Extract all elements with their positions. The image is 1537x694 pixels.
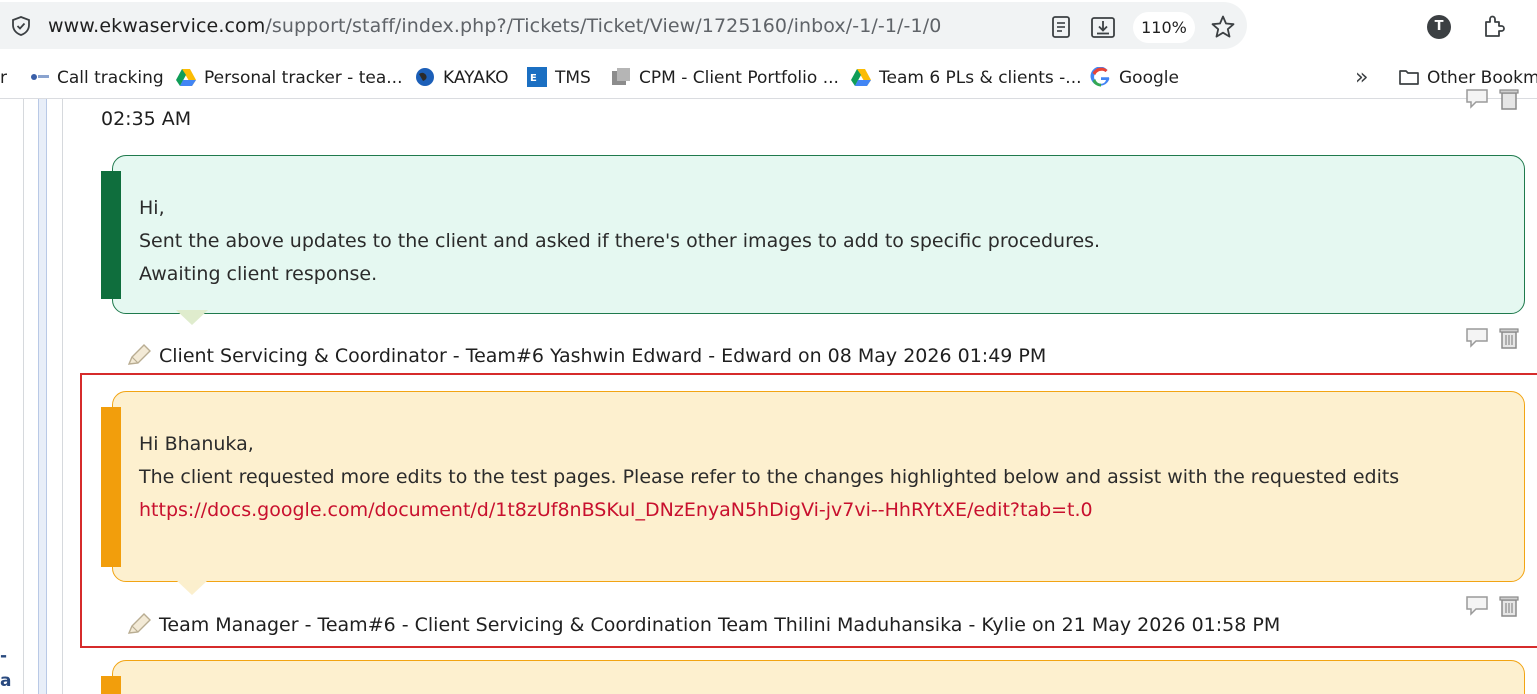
bookmark-item-kayako[interactable]: KAYAKO: [414, 66, 508, 90]
comment-icon[interactable]: [1464, 325, 1490, 351]
post-line: Sent the above updates to the client and…: [139, 230, 1101, 252]
kayako-globe-icon: [416, 68, 434, 86]
bookmarks-bar: r Call tracking Personal tracker - tea..…: [0, 60, 1537, 96]
tms-logo-icon: E: [527, 67, 547, 87]
previous-post-actions: [1464, 86, 1524, 112]
google-g-icon: [1090, 67, 1110, 87]
site-info-shield-icon[interactable]: [10, 15, 32, 37]
call-tracking-favicon-icon: [31, 74, 49, 80]
bookmark-label: Call tracking: [57, 68, 164, 88]
bookmark-label: KAYAKO: [443, 68, 509, 88]
left-sidebar-rail: - a: [0, 99, 24, 694]
sidebar-text-line: -: [0, 646, 8, 666]
folder-icon: [1399, 70, 1419, 85]
bookmark-label: Personal tracker - tea...: [204, 68, 403, 88]
post-author-text: Team Manager - Team#6 - Client Servicing…: [159, 614, 1281, 636]
sidebar-truncated-text[interactable]: - a: [0, 644, 11, 694]
trash-icon[interactable]: [1496, 593, 1522, 619]
svg-text:E: E: [530, 73, 537, 84]
ticket-post-note-partial: [112, 660, 1525, 694]
comment-icon[interactable]: [1464, 86, 1490, 112]
extensions-puzzle-icon[interactable]: [1482, 13, 1506, 39]
toolbar-divider: [0, 98, 1537, 99]
post-accent-bar: [101, 407, 121, 567]
post-accent-bar: [101, 171, 121, 299]
post-accent-bar: [101, 676, 121, 694]
bookmark-item-google[interactable]: Google: [1090, 66, 1179, 90]
trash-icon[interactable]: [1496, 86, 1522, 112]
bookmark-label: TMS: [555, 68, 591, 88]
google-drive-icon: [176, 69, 196, 86]
post-line: Awaiting client response.: [139, 263, 378, 285]
google-doc-link[interactable]: https://docs.google.com/document/d/1t8zU…: [139, 499, 1093, 521]
post-pointer: [176, 310, 208, 325]
zoom-level-button[interactable]: 110%: [1133, 12, 1195, 43]
pencil-icon: [127, 613, 151, 634]
bookmark-label: CPM - Client Portfolio ...: [639, 68, 839, 88]
bookmark-item-cpm[interactable]: CPM - Client Portfolio ...: [610, 66, 839, 90]
install-app-icon[interactable]: [1090, 14, 1116, 40]
ticket-post-note: Hi Bhanuka, The client requested more ed…: [112, 391, 1525, 582]
post-actions: [1464, 325, 1524, 351]
bookmark-label: r: [0, 68, 7, 88]
bookmarks-overflow-chevron-icon[interactable]: »: [1355, 66, 1368, 90]
bookmark-label: Other Bookma: [1427, 68, 1537, 88]
address-bar[interactable]: www.ekwaservice.com/support/staff/index.…: [0, 2, 1247, 49]
bookmark-label: Team 6 PLs & clients -...: [879, 68, 1082, 88]
cpm-favicon-icon: [612, 68, 630, 85]
bookmark-label: Google: [1119, 68, 1179, 88]
post-author-line: Client Servicing & Coordinator - Team#6 …: [125, 342, 1046, 368]
sidebar-text-line: a: [0, 671, 12, 691]
url-host: www.ekwaservice.com: [48, 15, 266, 37]
trash-icon[interactable]: [1496, 325, 1522, 351]
post-actions: [1464, 593, 1524, 619]
bookmark-item-personal-tracker[interactable]: Personal tracker - tea...: [175, 66, 402, 90]
comment-icon[interactable]: [1464, 593, 1490, 619]
browser-toolbar: www.ekwaservice.com/support/staff/index.…: [0, 0, 1537, 56]
previous-post-time: 02:35 AM: [101, 108, 192, 130]
url-text[interactable]: www.ekwaservice.com/support/staff/index.…: [48, 15, 941, 37]
post-author-text: Client Servicing & Coordinator - Team#6 …: [159, 345, 1047, 367]
bookmark-item-team6[interactable]: Team 6 PLs & clients -...: [850, 66, 1082, 90]
bookmark-item-truncated[interactable]: r: [0, 66, 7, 90]
url-path: /support/staff/index.php?/Tickets/Ticket…: [265, 15, 942, 37]
bookmark-item-call-tracking[interactable]: Call tracking: [28, 66, 164, 90]
ticket-post-note: Hi, Sent the above updates to the client…: [112, 155, 1525, 314]
post-line: The client requested more edits to the t…: [139, 466, 1400, 488]
pencil-icon: [127, 344, 151, 365]
post-line: Hi Bhanuka,: [139, 433, 254, 455]
profile-avatar[interactable]: T: [1427, 15, 1451, 39]
post-author-line: Team Manager - Team#6 - Client Servicing…: [125, 611, 1280, 637]
content-border: [62, 99, 63, 694]
reader-mode-icon[interactable]: [1050, 15, 1072, 39]
thread-rail-accent: [38, 99, 47, 694]
bookmark-item-tms[interactable]: E TMS: [526, 66, 591, 90]
post-line: Hi,: [139, 197, 165, 219]
bookmark-star-icon[interactable]: [1210, 14, 1236, 40]
post-pointer: [176, 580, 208, 595]
google-drive-icon: [851, 69, 871, 86]
